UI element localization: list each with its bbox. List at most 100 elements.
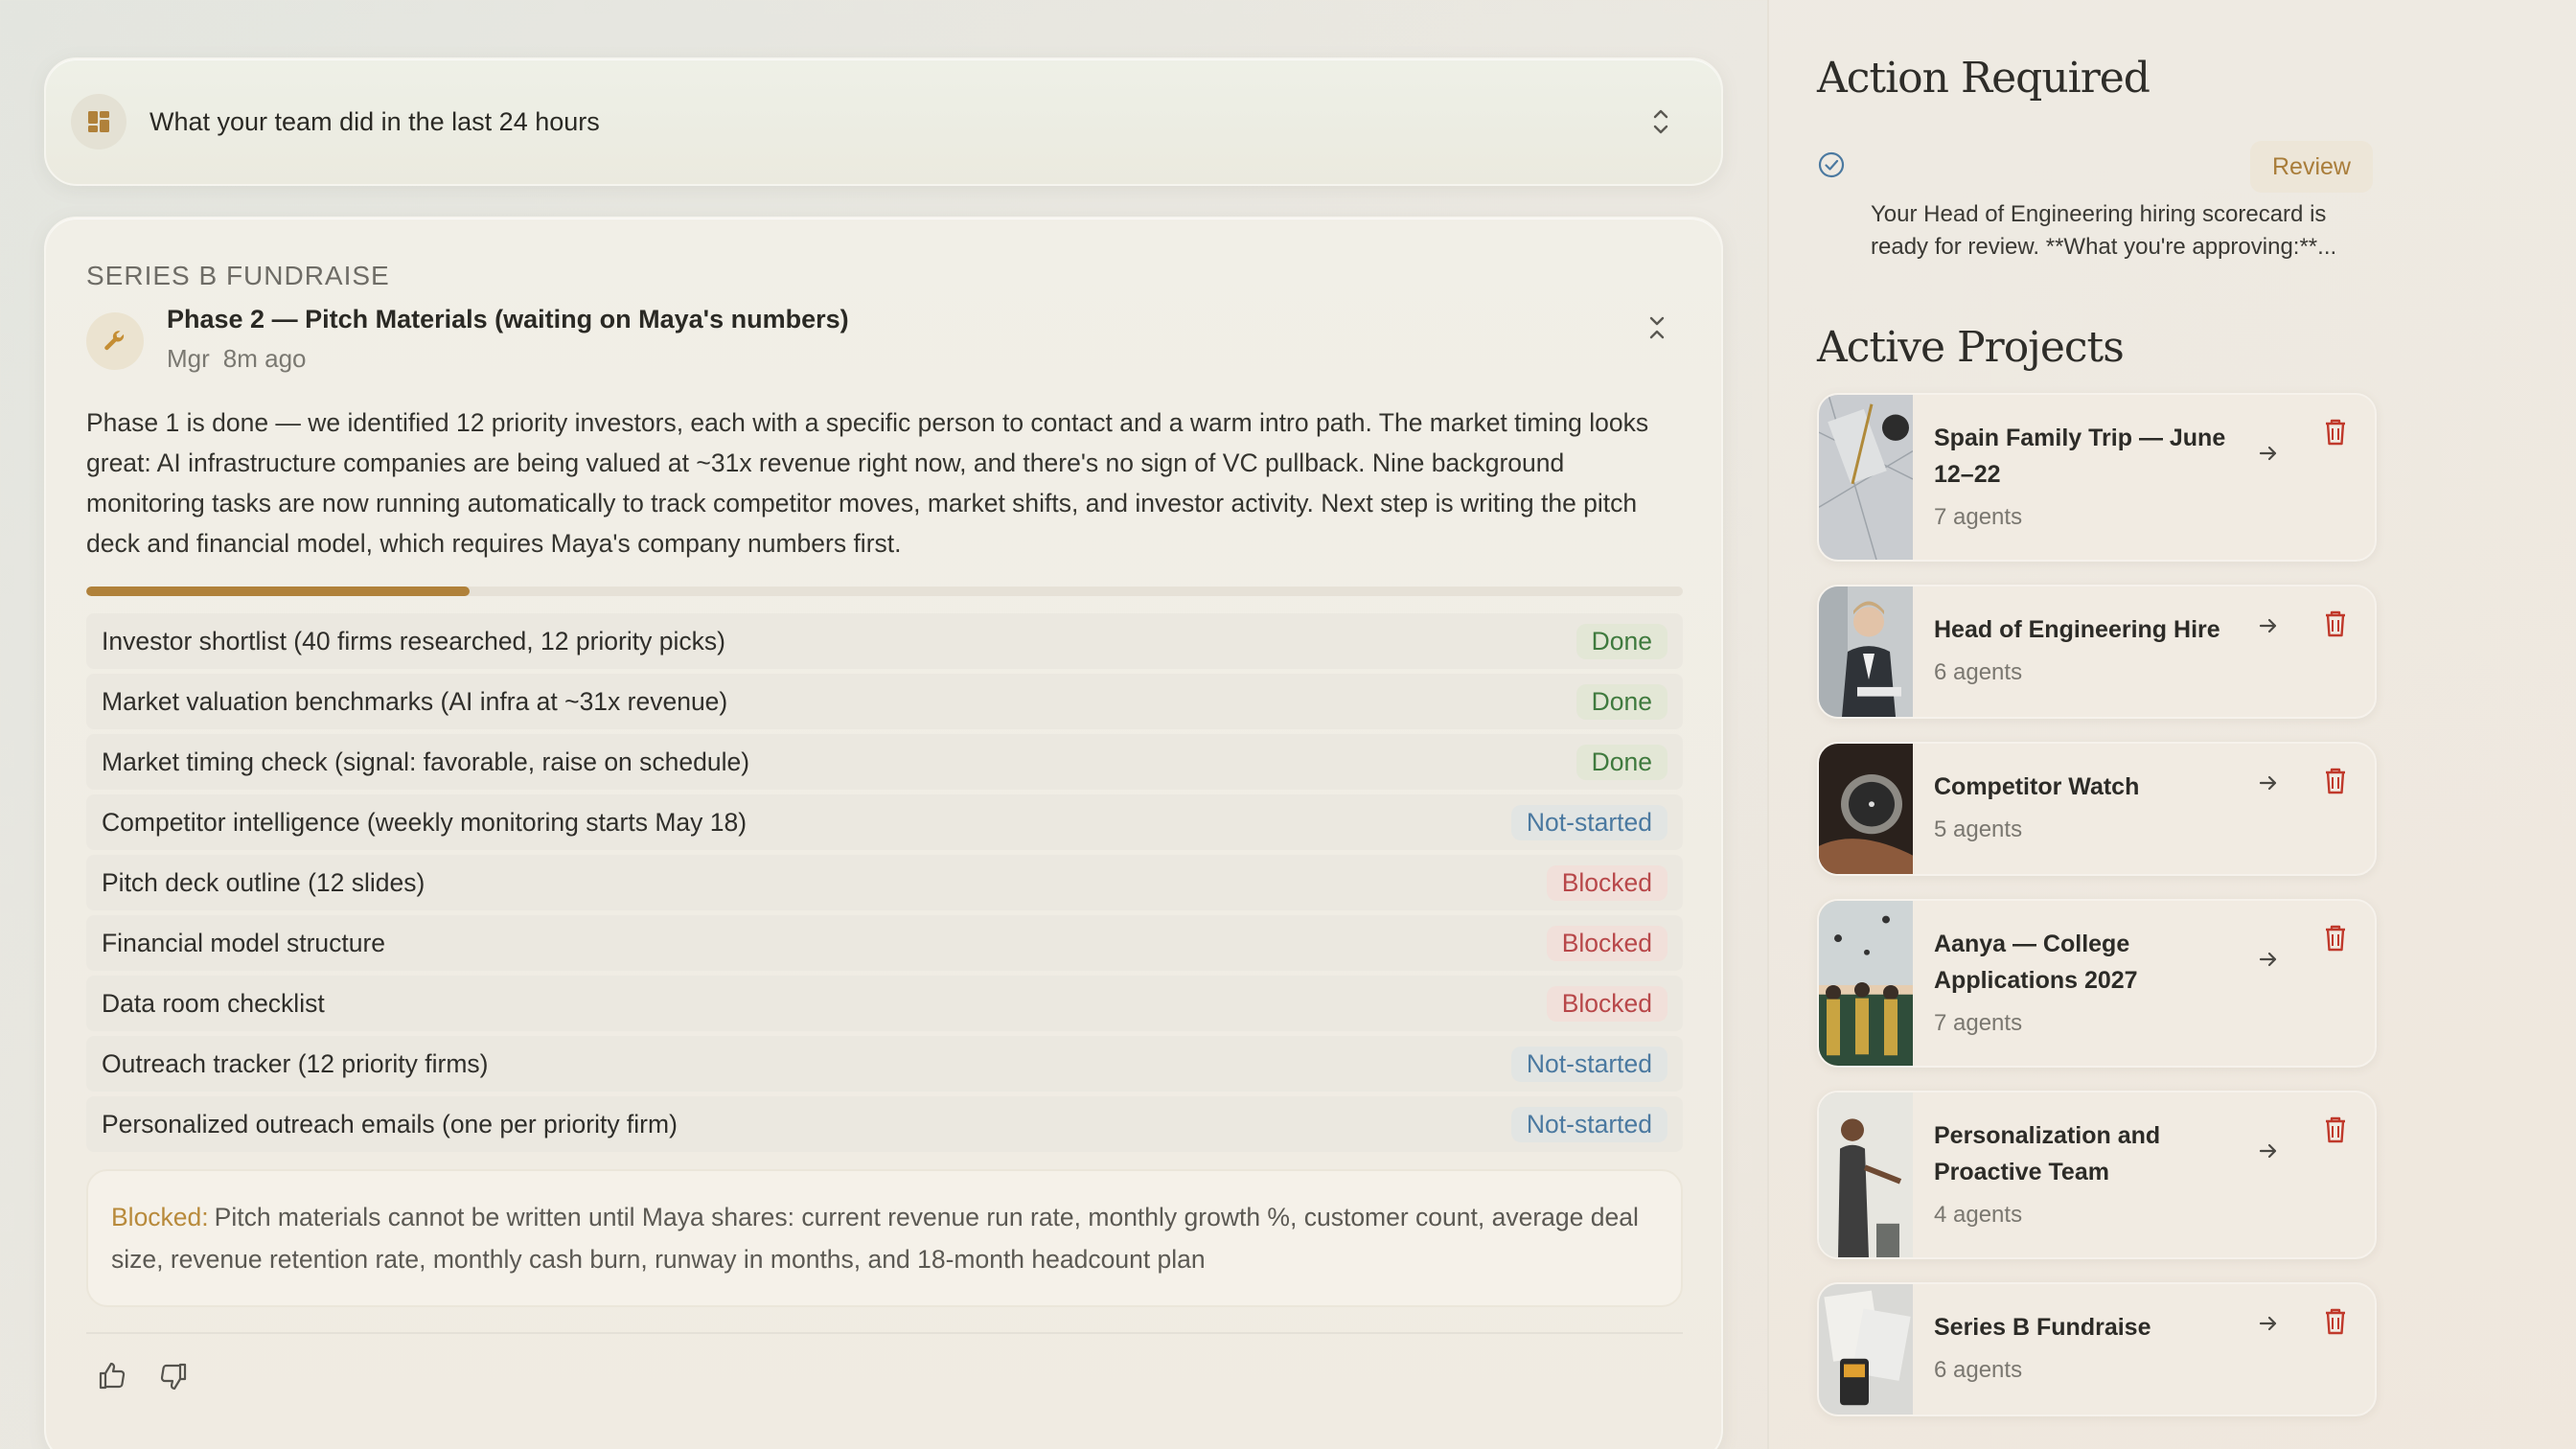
review-button[interactable]: Review xyxy=(2250,141,2373,193)
project-name: Aanya — College Applications 2027 xyxy=(1934,931,2138,994)
thumbs-up-icon[interactable] xyxy=(96,1359,130,1393)
project-card[interactable]: Personalization and Proactive Team 4 agen… xyxy=(1817,1091,2377,1259)
arrow-right-icon[interactable] xyxy=(2256,1311,2281,1336)
arrow-right-icon[interactable] xyxy=(2256,770,2281,795)
project-name: Series B Fundraise xyxy=(1934,1314,2151,1341)
project-card[interactable]: Aanya — College Applications 2027 7 agent… xyxy=(1817,899,2377,1068)
trash-icon[interactable] xyxy=(2323,418,2348,447)
status-badge: Blocked xyxy=(1546,985,1668,1022)
task-row[interactable]: Competitor intelligence (weekly monitori… xyxy=(86,794,1683,850)
blocked-label: Blocked: xyxy=(111,1203,209,1231)
right-sidebar: Action Required Review Your Head of Engi… xyxy=(1767,0,2576,1449)
status-badge: Blocked xyxy=(1546,864,1668,901)
task-name: Competitor intelligence (weekly monitori… xyxy=(102,807,748,837)
status-badge: Done xyxy=(1576,683,1668,720)
arrow-right-icon[interactable] xyxy=(2256,947,2281,972)
task-row[interactable]: Outreach tracker (12 priority firms) Not-… xyxy=(86,1036,1683,1092)
project-card[interactable]: Competitor Watch 5 agents xyxy=(1817,742,2377,876)
project-name: Competitor Watch xyxy=(1934,773,2140,800)
timestamp: 8m ago xyxy=(222,344,307,373)
divider xyxy=(86,1332,1683,1334)
trash-icon[interactable] xyxy=(2323,610,2348,638)
blocked-notice: Blocked: Pitch materials cannot be writte… xyxy=(86,1169,1683,1307)
task-row[interactable]: Data room checklist Blocked xyxy=(86,976,1683,1031)
task-name: Market timing check (signal: favorable, … xyxy=(102,747,750,776)
section-label: SERIES B FUNDRAISE xyxy=(86,261,390,290)
status-badge: Not-started xyxy=(1510,804,1668,840)
project-card[interactable]: Head of Engineering Hire 6 agents xyxy=(1817,585,2377,719)
project-agent-count: 7 agents xyxy=(1934,1010,2023,1036)
task-row[interactable]: Personalized outreach emails (one per pr… xyxy=(86,1096,1683,1152)
status-badge: Not-started xyxy=(1510,1106,1668,1142)
project-agent-count: 6 agents xyxy=(1934,659,2023,685)
task-name: Personalized outreach emails (one per pr… xyxy=(102,1109,678,1138)
arrow-right-icon[interactable] xyxy=(2256,613,2281,638)
trash-icon[interactable] xyxy=(2323,767,2348,795)
thumbs-down-icon[interactable] xyxy=(155,1359,190,1393)
task-row[interactable]: Market valuation benchmarks (AI infra at… xyxy=(86,674,1683,729)
project-info: Spain Family Trip — June 12–22 7 agents xyxy=(1913,395,2229,560)
project-name: Personalization and Proactive Team xyxy=(1934,1122,2161,1185)
feedback-row xyxy=(86,1359,1683,1393)
project-card[interactable]: Spain Family Trip — June 12–22 7 agents xyxy=(1817,393,2377,562)
progress-bar xyxy=(86,586,1683,596)
blocked-text: Pitch materials cannot be written until … xyxy=(111,1203,1639,1274)
status-badge: Blocked xyxy=(1546,925,1668,961)
status-badge: Not-started xyxy=(1510,1046,1668,1082)
trash-icon[interactable] xyxy=(2323,1307,2348,1336)
task-name: Financial model structure xyxy=(102,928,386,957)
task-name: Outreach tracker (12 priority firms) xyxy=(102,1048,489,1078)
project-thumbnail xyxy=(1819,744,1913,874)
task-row[interactable]: Market timing check (signal: favorable, … xyxy=(86,734,1683,790)
task-name: Investor shortlist (40 firms researched,… xyxy=(102,626,725,656)
project-thumbnail xyxy=(1819,901,1913,1066)
status-badge: Done xyxy=(1576,623,1668,659)
wrench-icon xyxy=(86,312,144,370)
progress-fill xyxy=(86,586,470,596)
task-row[interactable]: Investor shortlist (40 firms researched,… xyxy=(86,613,1683,669)
project-info: Competitor Watch 5 agents xyxy=(1913,744,2229,874)
arrow-right-icon[interactable] xyxy=(2256,441,2281,466)
phase-title: Phase 2 — Pitch Materials (waiting on Ma… xyxy=(167,305,849,334)
project-agent-count: 7 agents xyxy=(1934,504,2023,530)
project-name: Spain Family Trip — June 12–22 xyxy=(1934,425,2226,488)
task-list: Investor shortlist (40 firms researched,… xyxy=(86,613,1683,1152)
summary-title: What your team did in the last 24 hours xyxy=(150,106,600,136)
project-info: Personalization and Proactive Team 4 agen… xyxy=(1913,1092,2229,1257)
action-text: Your Head of Engineering hiring scorecar… xyxy=(1871,201,2337,260)
phase-meta: Mgr 8m ago xyxy=(167,344,1643,374)
project-info: Series B Fundraise 6 agents xyxy=(1913,1284,2229,1414)
task-name: Market valuation benchmarks (AI infra at… xyxy=(102,686,728,716)
expand-toggle-icon[interactable] xyxy=(1646,103,1675,141)
check-circle-icon[interactable] xyxy=(1817,150,1846,179)
trash-icon[interactable] xyxy=(2323,1116,2348,1144)
project-thumbnail xyxy=(1819,1092,1913,1257)
project-thumbnail xyxy=(1819,395,1914,560)
phase-header: Phase 2 — Pitch Materials (waiting on Ma… xyxy=(86,305,1683,374)
author-label: Mgr xyxy=(167,344,210,373)
active-projects-title: Active Projects xyxy=(1817,323,2125,372)
project-info: Aanya — College Applications 2027 7 agent… xyxy=(1913,901,2229,1066)
project-name: Head of Engineering Hire xyxy=(1934,616,2220,643)
task-name: Data room checklist xyxy=(102,988,325,1018)
task-row[interactable]: Financial model structure Blocked xyxy=(86,915,1683,971)
project-thumbnail xyxy=(1819,586,1913,717)
trash-icon[interactable] xyxy=(2323,924,2348,953)
project-agent-count: 6 agents xyxy=(1934,1357,2023,1383)
project-agent-count: 5 agents xyxy=(1934,816,2023,842)
project-info: Head of Engineering Hire 6 agents xyxy=(1913,586,2229,717)
project-list: Spain Family Trip — June 12–22 7 agents He… xyxy=(1817,393,2377,1416)
collapse-icon[interactable] xyxy=(1643,310,1671,345)
action-item[interactable]: Review Your Head of Engineering hiring s… xyxy=(1817,141,2373,265)
action-required-title: Action Required xyxy=(1817,54,2150,103)
task-row[interactable]: Pitch deck outline (12 slides) Blocked xyxy=(86,855,1683,910)
activity-column: What your team did in the last 24 hours … xyxy=(44,58,1723,1449)
project-card[interactable]: Series B Fundraise 6 agents xyxy=(1817,1282,2377,1416)
daily-summary-card[interactable]: What your team did in the last 24 hours xyxy=(44,58,1723,186)
dashboard-icon xyxy=(71,94,126,150)
project-update-card: SERIES B FUNDRAISE Phase 2 — Pitch Mater… xyxy=(44,217,1723,1449)
arrow-right-icon[interactable] xyxy=(2256,1138,2281,1163)
phase-description: Phase 1 is done — we identified 12 prior… xyxy=(86,408,1649,558)
project-agent-count: 4 agents xyxy=(1934,1202,2023,1228)
task-name: Pitch deck outline (12 slides) xyxy=(102,867,426,897)
